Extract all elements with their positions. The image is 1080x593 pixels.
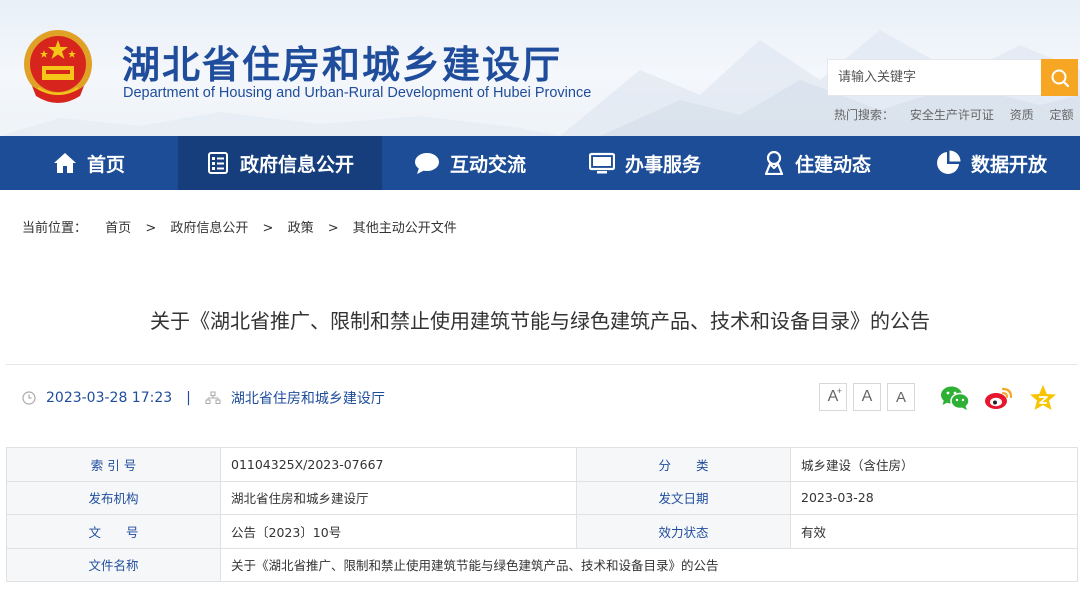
hot-search-link[interactable]: 资质 (1010, 108, 1034, 122)
breadcrumb-separator: > (263, 221, 274, 236)
info-key: 分 类 (577, 448, 791, 482)
info-key: 索 引 号 (7, 448, 221, 482)
nav-item-news[interactable]: 住建动态 (732, 136, 902, 190)
nav-item-gov-info[interactable]: 政府信息公开 (178, 136, 382, 190)
article-title: 关于《湖北省推广、限制和禁止使用建筑节能与绿色建筑产品、技术和设备目录》的公告 (0, 305, 1080, 334)
breadcrumb-link[interactable]: 政策 (288, 221, 314, 236)
breadcrumb-link[interactable]: 政府信息公开 (170, 221, 248, 236)
main-nav: 首页 政府信息公开 互动交流 办事服务 住建动态 (0, 136, 1080, 190)
info-value: 关于《湖北省推广、限制和禁止使用建筑节能与绿色建筑产品、技术和设备目录》的公告 (221, 548, 1078, 582)
font-size-default-button[interactable]: A (853, 383, 881, 411)
qzone-share-button[interactable] (1028, 383, 1058, 413)
table-row: 发布机构 湖北省住房和城乡建设厅 发文日期 2023-03-28 (7, 481, 1078, 515)
hot-search-label: 热门搜索： (834, 108, 894, 122)
info-value: 2023-03-28 (791, 481, 1078, 515)
nav-item-home[interactable]: 首页 (0, 136, 178, 190)
search-box (827, 59, 1078, 96)
wechat-icon (940, 385, 970, 411)
nav-label: 办事服务 (625, 150, 701, 177)
org-icon (205, 391, 221, 405)
monitor-icon (589, 152, 615, 174)
publish-datetime: 2023-03-28 17:23 (46, 390, 172, 406)
info-value: 公告〔2023〕10号 (221, 515, 577, 549)
nav-label: 互动交流 (450, 150, 526, 177)
info-value: 城乡建设（含住房） (791, 448, 1078, 482)
site-header: 湖北省住房和城乡建设厅 Department of Housing and Ur… (0, 0, 1080, 136)
breadcrumb-link[interactable]: 首页 (105, 221, 131, 236)
pie-chart-icon (935, 150, 961, 176)
share-buttons (940, 383, 1058, 413)
clock-icon (22, 391, 36, 405)
person-icon (763, 151, 785, 175)
breadcrumb: 当前位置： 首页 > 政府信息公开 > 政策 > 其他主动公开文件 (22, 217, 457, 236)
info-key: 发文日期 (577, 481, 791, 515)
hot-search: 热门搜索： 安全生产许可证 资质 定额 (834, 106, 1074, 123)
home-icon (53, 152, 77, 174)
hot-search-link[interactable]: 定额 (1050, 108, 1074, 122)
info-key: 发布机构 (7, 481, 221, 515)
nav-label: 住建动态 (795, 150, 871, 177)
font-size-decrease-button[interactable]: A (887, 383, 915, 411)
search-button[interactable] (1041, 59, 1078, 96)
search-input[interactable] (828, 60, 1042, 95)
nav-item-open-data[interactable]: 数据开放 (902, 136, 1080, 190)
info-key: 文件名称 (7, 548, 221, 582)
weibo-icon (984, 385, 1014, 411)
document-info-table: 索 引 号 01104325X/2023-07667 分 类 城乡建设（含住房）… (6, 447, 1078, 582)
chat-bubble-icon (414, 152, 440, 174)
nav-label: 首页 (87, 150, 125, 177)
table-row: 文 号 公告〔2023〕10号 效力状态 有效 (7, 515, 1078, 549)
meta-separator: | (186, 390, 191, 406)
site-title: 湖北省住房和城乡建设厅 (122, 34, 562, 89)
wechat-share-button[interactable] (940, 383, 970, 413)
info-key: 效力状态 (577, 515, 791, 549)
weibo-share-button[interactable] (984, 383, 1014, 413)
divider (6, 364, 1078, 365)
breadcrumb-separator: > (328, 221, 339, 236)
breadcrumb-link[interactable]: 其他主动公开文件 (353, 221, 457, 236)
document-list-icon (206, 151, 230, 175)
hot-search-link[interactable]: 安全生产许可证 (910, 108, 994, 122)
qzone-icon (1029, 384, 1057, 412)
nav-label: 数据开放 (971, 150, 1047, 177)
font-size-increase-button[interactable]: A+ (819, 383, 847, 411)
article-meta: 2023-03-28 17:23 | 湖北省住房和城乡建设厅 (22, 388, 385, 408)
breadcrumb-separator: > (145, 221, 156, 236)
info-value: 01104325X/2023-07667 (221, 448, 577, 482)
table-row: 文件名称 关于《湖北省推广、限制和禁止使用建筑节能与绿色建筑产品、技术和设备目录… (7, 548, 1078, 582)
site-subtitle: Department of Housing and Urban-Rural De… (123, 85, 591, 101)
nav-item-interaction[interactable]: 互动交流 (382, 136, 558, 190)
breadcrumb-label: 当前位置： (22, 221, 87, 236)
info-key: 文 号 (7, 515, 221, 549)
font-size-controls: A+ A A (819, 383, 915, 411)
search-icon (1050, 68, 1070, 88)
national-emblem-icon (18, 26, 98, 108)
nav-item-services[interactable]: 办事服务 (558, 136, 732, 190)
table-row: 索 引 号 01104325X/2023-07667 分 类 城乡建设（含住房） (7, 448, 1078, 482)
info-value: 湖北省住房和城乡建设厅 (221, 481, 577, 515)
publish-source: 湖北省住房和城乡建设厅 (231, 388, 385, 408)
info-value: 有效 (791, 515, 1078, 549)
nav-label: 政府信息公开 (240, 150, 354, 177)
